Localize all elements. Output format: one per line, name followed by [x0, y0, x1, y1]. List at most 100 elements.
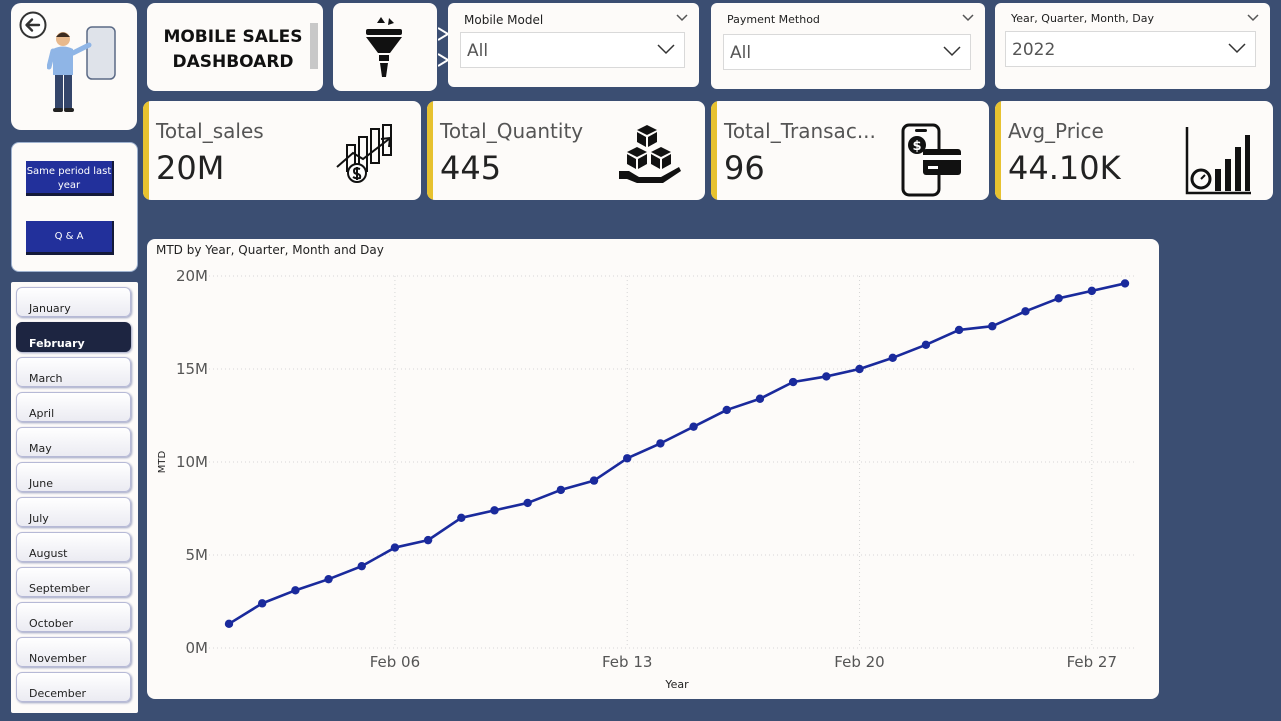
sales-growth-icon — [336, 124, 392, 183]
data-point — [291, 586, 300, 595]
date-value: 2022 — [1012, 40, 1056, 60]
qa-button[interactable]: Q & A — [26, 221, 114, 255]
x-tick-label: Feb 06 — [370, 653, 420, 671]
mtd-line-chart-card: MTD by Year, Quarter, Month and Day 0M 5M… — [147, 239, 1159, 699]
payment-method-slicer-title: Payment Method — [727, 13, 820, 26]
data-point — [888, 353, 897, 363]
month-item-july[interactable]: July — [16, 497, 131, 527]
data-point — [988, 322, 997, 331]
month-item-january[interactable]: January — [16, 287, 131, 317]
mtd-line-chart: 0M 5M 10M 15M 20M Feb 06 Feb 13 Feb 20 Feb 27 MTD… — [157, 267, 1135, 691]
data-point — [357, 561, 366, 571]
kpi-value: 445 — [440, 149, 502, 187]
date-slicer-title: Year, Quarter, Month, Day — [1011, 12, 1154, 25]
data-point — [689, 422, 698, 431]
data-point — [1054, 294, 1063, 303]
data-point — [1087, 286, 1097, 296]
data-point — [1120, 279, 1130, 288]
date-dropdown[interactable]: 2022 — [1005, 31, 1256, 67]
month-item-september[interactable]: September — [16, 567, 131, 597]
logo-card — [11, 3, 137, 130]
payment-method-slicer: Payment Method All — [711, 3, 985, 89]
y-tick-label: 0M — [186, 639, 209, 657]
chevron-down-icon[interactable] — [675, 11, 689, 25]
y-axis-label: MTD — [157, 450, 168, 473]
data-point — [855, 364, 864, 374]
chevron-down-icon — [943, 46, 961, 57]
same-period-last-year-button[interactable]: Same period last year — [26, 161, 114, 196]
date-hierarchy-slicer: Year, Quarter, Month, Day 2022 — [995, 3, 1270, 89]
y-tick-label: 5M — [186, 546, 209, 564]
kpi-value: 20M — [156, 149, 225, 187]
month-item-february[interactable]: February — [16, 322, 131, 352]
person-with-phone-illustration — [47, 26, 116, 112]
data-point — [490, 506, 499, 515]
month-item-june[interactable]: June — [16, 462, 131, 492]
kpi-label: Total_Transac... — [724, 119, 876, 143]
mobile-model-slicer-title: Mobile Model — [464, 13, 544, 27]
navigation-buttons-card: Same period last year Q & A — [11, 142, 138, 272]
data-point — [656, 439, 665, 448]
data-point — [556, 485, 566, 495]
title-scrollbar[interactable] — [310, 23, 318, 69]
y-tick-label: 20M — [176, 267, 208, 285]
kpi-label: Total_Quantity — [440, 119, 584, 143]
month-item-october[interactable]: October — [16, 602, 131, 632]
data-point — [523, 498, 532, 508]
month-item-april[interactable]: April — [16, 392, 131, 422]
x-tick-label: Feb 13 — [602, 653, 652, 671]
mtd-series-line — [228, 282, 1126, 625]
data-point — [589, 476, 599, 485]
month-item-may[interactable]: May — [16, 427, 131, 457]
kpi-label: Avg_Price — [1008, 119, 1104, 143]
data-point — [1021, 307, 1030, 316]
mobile-model-dropdown[interactable]: All — [460, 32, 685, 68]
data-point — [788, 377, 798, 387]
kpi-card-total-quantity: Total_Quantity 445 — [427, 101, 705, 200]
x-tick-label: Feb 20 — [834, 653, 884, 671]
chevron-down-icon — [1228, 43, 1246, 54]
data-point — [822, 372, 831, 381]
y-tick-label: 10M — [176, 453, 208, 471]
svg-text:$: $ — [912, 139, 921, 154]
data-point — [423, 535, 433, 545]
phone-card-icon: $ — [901, 123, 961, 197]
data-point — [954, 325, 964, 335]
kpi-accent-bar — [995, 101, 1001, 200]
kpi-accent-bar — [711, 101, 717, 200]
bar-gauge-icon — [1185, 127, 1251, 195]
title-line-2: DASHBOARD — [172, 52, 294, 72]
data-point — [224, 619, 234, 629]
data-point — [921, 340, 931, 350]
y-tick-label: 15M — [176, 360, 208, 378]
kpi-value: 96 — [724, 149, 765, 187]
filter-toggle-button[interactable] — [333, 3, 437, 91]
kpi-card-avg-price: Avg_Price 44.10K — [995, 101, 1273, 200]
data-point — [457, 513, 466, 522]
data-point — [722, 405, 731, 415]
x-axis-label: Year — [664, 678, 689, 691]
dashboard-title-card: MOBILE SALES DASHBOARD — [147, 3, 323, 91]
chevron-down-icon[interactable] — [961, 11, 975, 25]
month-item-august[interactable]: August — [16, 532, 131, 562]
page-title: MOBILE SALES DASHBOARD — [155, 25, 311, 75]
mobile-model-slicer: Mobile Model All — [448, 3, 699, 87]
data-point — [390, 543, 400, 552]
kpi-label: Total_sales — [156, 119, 264, 143]
kpi-card-total-transactions: Total_Transac... 96 $ — [711, 101, 989, 200]
boxes-hand-icon — [619, 125, 681, 183]
data-point — [257, 599, 267, 608]
data-point — [623, 454, 632, 463]
title-line-1: MOBILE SALES — [163, 27, 303, 47]
back-arrow-icon[interactable] — [18, 10, 48, 40]
kpi-value: 44.10K — [1008, 149, 1121, 187]
kpi-accent-bar — [427, 101, 433, 200]
month-item-november[interactable]: November — [16, 637, 131, 667]
x-tick-label: Feb 27 — [1067, 653, 1117, 671]
chevron-down-icon[interactable] — [1246, 11, 1260, 25]
kpi-accent-bar — [143, 101, 149, 200]
payment-method-dropdown[interactable]: All — [723, 34, 971, 70]
data-point — [755, 394, 765, 403]
month-item-december[interactable]: December — [16, 672, 131, 702]
month-item-march[interactable]: March — [16, 357, 131, 387]
